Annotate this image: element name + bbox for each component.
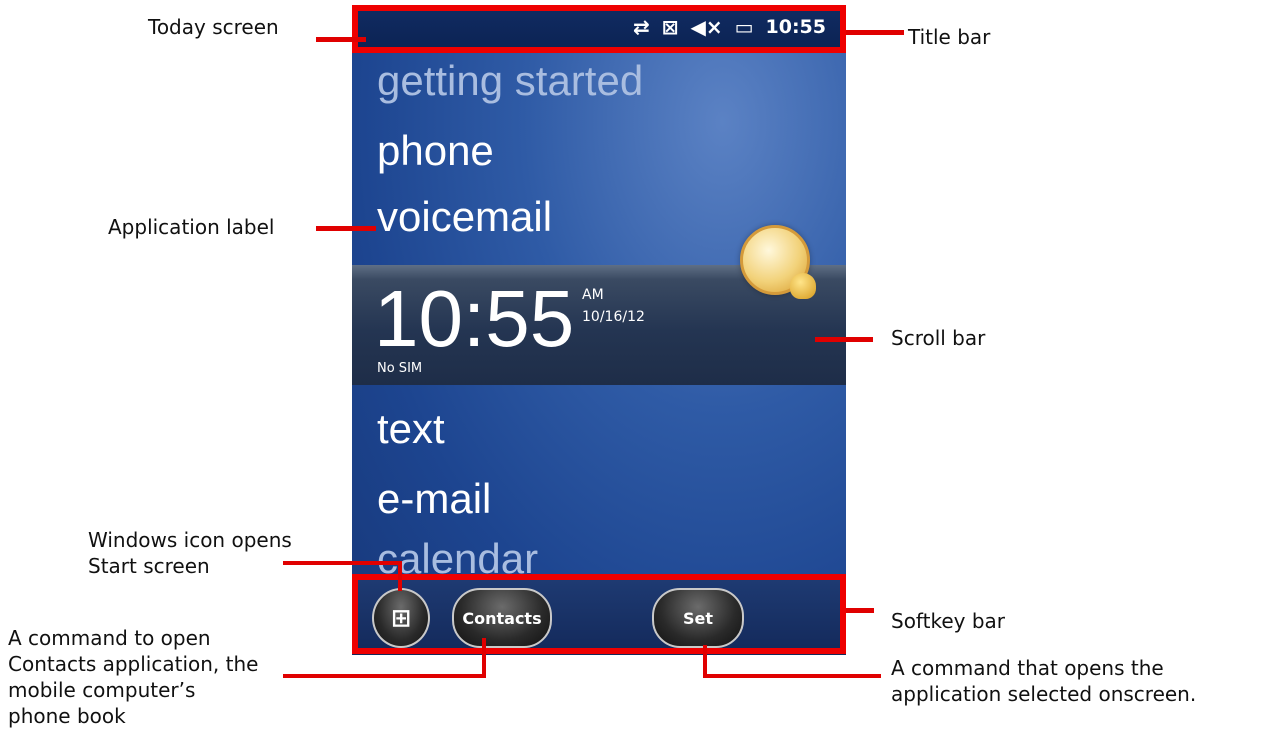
clock-ampm: AM	[582, 287, 604, 303]
callout-line-contacts-h	[283, 674, 483, 678]
clock-time: 10:55	[374, 274, 575, 363]
clock-date: 10/16/12	[582, 309, 645, 325]
annotation-contacts-command: A command to open Contacts application, …	[8, 626, 259, 728]
app-item-getting-started[interactable]: getting started	[377, 57, 643, 105]
bell-icon	[790, 273, 816, 299]
annotation-softkey-bar: Softkey bar	[891, 609, 1006, 633]
callout-line-scroll-bar	[815, 337, 873, 342]
annotation-set-command: A command that opens the application sel…	[891, 656, 1197, 706]
app-item-voicemail[interactable]: voicemail	[377, 193, 552, 241]
app-item-text[interactable]: text	[377, 405, 445, 453]
softkey-bar-highlight	[352, 574, 846, 654]
today-screen: ⇄ ⊠ ◀× ▭ 10:55 getting started phone voi…	[352, 5, 846, 655]
callout-line-today	[316, 37, 366, 42]
annotation-windows-icon: Windows icon opens Start screen	[88, 528, 292, 578]
callout-line-softkey	[846, 608, 874, 613]
callout-line-windows-h	[283, 561, 401, 565]
annotation-scroll-bar: Scroll bar	[891, 326, 986, 350]
annotation-today-screen: Today screen	[148, 15, 279, 39]
title-bar-highlight	[352, 5, 846, 53]
app-item-email[interactable]: e-mail	[377, 475, 491, 523]
annotation-title-bar: Title bar	[908, 25, 991, 49]
callout-line-app-label	[316, 226, 376, 231]
app-item-phone[interactable]: phone	[377, 127, 494, 175]
callout-line-contacts-v	[482, 638, 486, 678]
sim-status: No SIM	[377, 361, 423, 376]
callout-line-set-v	[703, 645, 707, 678]
callout-line-windows-v	[398, 561, 402, 591]
callout-line-title-bar	[846, 30, 904, 35]
annotation-application-label: Application label	[108, 215, 275, 239]
callout-line-set-h	[706, 674, 881, 678]
